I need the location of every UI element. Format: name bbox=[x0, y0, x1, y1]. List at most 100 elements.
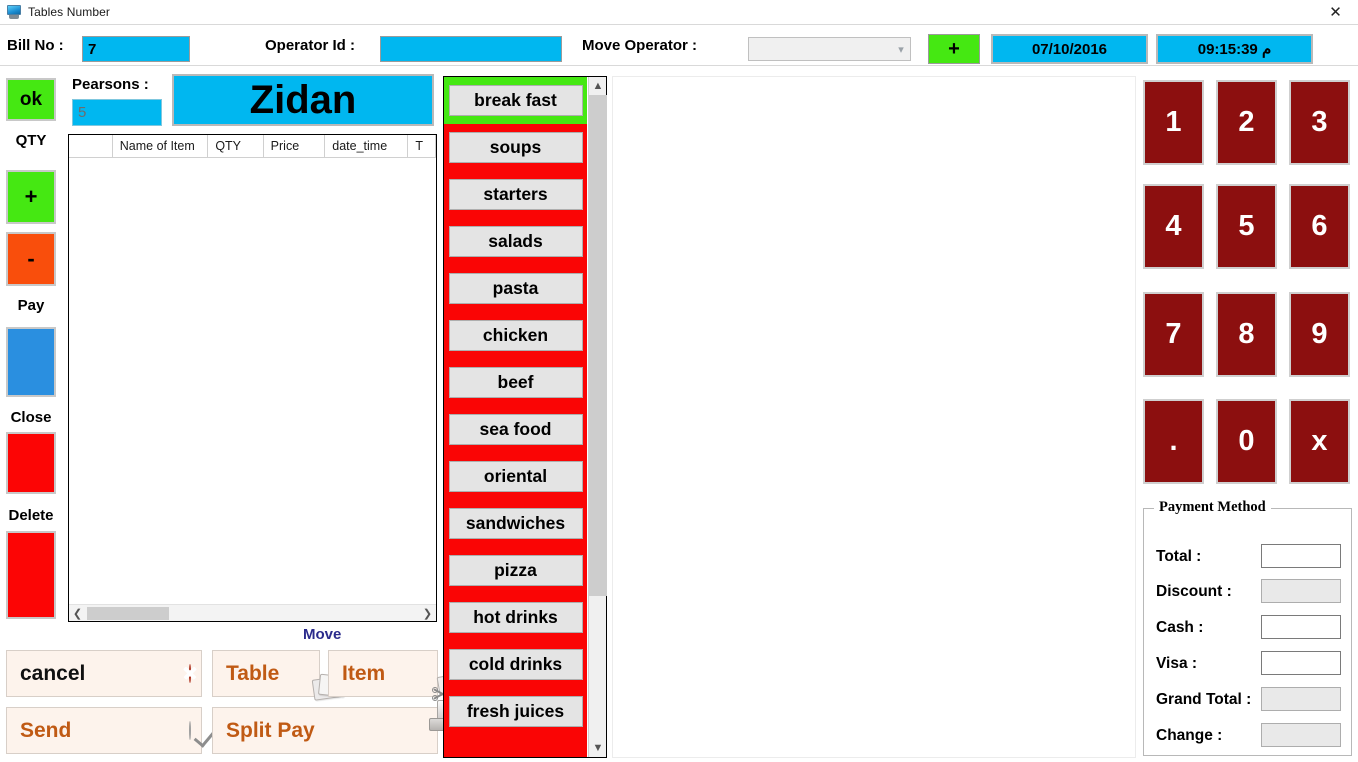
monitor-icon bbox=[6, 4, 22, 20]
grid-scroll-thumb[interactable] bbox=[87, 606, 169, 620]
key-decimal[interactable]: . bbox=[1143, 399, 1204, 484]
key-7[interactable]: 7 bbox=[1143, 292, 1204, 377]
gray-check-circle-icon bbox=[189, 720, 191, 740]
operator-id-label: Operator Id : bbox=[265, 37, 356, 54]
move-table-button[interactable]: Table bbox=[212, 650, 347, 701]
cancel-button[interactable]: cancel bbox=[6, 650, 202, 697]
items-panel[interactable] bbox=[612, 76, 1136, 758]
close-icon[interactable]: ✕ bbox=[1313, 0, 1358, 24]
key-5[interactable]: 5 bbox=[1216, 184, 1277, 269]
grid-col-date-time[interactable]: date_time bbox=[325, 135, 409, 157]
split-pay-label: Split Pay bbox=[226, 718, 315, 742]
pay-button[interactable] bbox=[6, 327, 56, 397]
pay-label: Pay bbox=[17, 297, 45, 314]
category-list: break fast soups starters salads pasta c… bbox=[443, 76, 607, 758]
grid-col-total[interactable]: T bbox=[408, 135, 436, 157]
key-6[interactable]: 6 bbox=[1289, 184, 1350, 269]
category-item-sandwiches[interactable]: sandwiches bbox=[444, 500, 587, 547]
scroll-left-icon[interactable]: ❮ bbox=[69, 605, 86, 622]
key-4[interactable]: 4 bbox=[1143, 184, 1204, 269]
key-0[interactable]: 0 bbox=[1216, 399, 1277, 484]
payment-method-legend: Payment Method bbox=[1154, 499, 1271, 516]
scroll-right-icon[interactable]: ❯ bbox=[419, 605, 436, 622]
close-label: Close bbox=[10, 409, 52, 426]
add-operator-button[interactable]: + bbox=[928, 34, 980, 64]
category-item-cold-drinks[interactable]: cold drinks bbox=[444, 641, 587, 688]
persons-input[interactable]: 5 bbox=[72, 99, 162, 126]
close-order-button[interactable] bbox=[6, 432, 56, 494]
grid-col-select[interactable] bbox=[69, 135, 113, 157]
discount-label: Discount : bbox=[1156, 582, 1232, 600]
cash-input[interactable] bbox=[1261, 615, 1341, 639]
category-item-partial[interactable] bbox=[444, 735, 587, 757]
category-item-fresh-juices[interactable]: fresh juices bbox=[444, 688, 587, 735]
send-button[interactable]: Send bbox=[6, 707, 202, 754]
category-item-pizza[interactable]: pizza bbox=[444, 547, 587, 594]
key-9[interactable]: 9 bbox=[1289, 292, 1350, 377]
send-button-label: Send bbox=[20, 718, 72, 742]
delete-label: Delete bbox=[8, 507, 54, 524]
date-display: 07/10/2016 bbox=[991, 34, 1148, 64]
category-item-salads[interactable]: salads bbox=[444, 218, 587, 265]
move-item-label: Item bbox=[342, 661, 386, 685]
category-list-scrollbar[interactable]: ▲ ▼ bbox=[588, 77, 607, 757]
category-list-viewport: break fast soups starters salads pasta c… bbox=[444, 77, 587, 757]
move-operator-select[interactable]: ▾ bbox=[748, 37, 911, 61]
grid-header-row: Name of Item QTY Price date_time T bbox=[69, 135, 436, 158]
move-label: Move bbox=[303, 626, 342, 643]
qty-decrease-button[interactable]: - bbox=[6, 232, 56, 286]
grand-total-label: Grand Total : bbox=[1156, 690, 1252, 708]
key-clear[interactable]: x bbox=[1289, 399, 1350, 484]
total-input[interactable] bbox=[1261, 544, 1341, 568]
category-item-pasta[interactable]: pasta bbox=[444, 265, 587, 312]
move-operator-label: Move Operator : bbox=[582, 37, 698, 54]
grand-total-input[interactable] bbox=[1261, 687, 1341, 711]
top-toolbar: Bill No : 7 Operator Id : Move Operator … bbox=[0, 24, 1358, 66]
move-item-button[interactable]: Item bbox=[328, 650, 464, 701]
key-1[interactable]: 1 bbox=[1143, 80, 1204, 165]
grid-body[interactable] bbox=[69, 158, 436, 598]
payment-row-visa: Visa : bbox=[1144, 649, 1351, 678]
chevron-down-icon[interactable]: ▼ bbox=[589, 739, 607, 757]
payment-method-panel: Payment Method Total : Discount : Cash :… bbox=[1143, 499, 1352, 756]
grid-col-qty[interactable]: QTY bbox=[208, 135, 264, 157]
payment-row-cash: Cash : bbox=[1144, 613, 1351, 642]
category-item-soups[interactable]: soups bbox=[444, 124, 587, 171]
discount-input[interactable] bbox=[1261, 579, 1341, 603]
bill-no-input[interactable]: 7 bbox=[82, 36, 190, 62]
payment-row-total: Total : bbox=[1144, 542, 1351, 571]
time-display: 09:15:39 م bbox=[1156, 34, 1313, 64]
payment-row-change: Change : bbox=[1144, 721, 1351, 750]
numeric-keypad: 1 2 3 4 5 6 7 8 9 . 0 x bbox=[1143, 80, 1350, 492]
key-8[interactable]: 8 bbox=[1216, 292, 1277, 377]
key-3[interactable]: 3 bbox=[1289, 80, 1350, 165]
category-item-hot-drinks[interactable]: hot drinks bbox=[444, 594, 587, 641]
split-pay-button[interactable]: Split Pay bbox=[212, 699, 473, 754]
change-input[interactable] bbox=[1261, 723, 1341, 747]
total-label: Total : bbox=[1156, 547, 1202, 565]
payment-row-grand-total: Grand Total : bbox=[1144, 685, 1351, 714]
payment-row-discount: Discount : bbox=[1144, 577, 1351, 606]
qty-label: QTY bbox=[15, 132, 47, 149]
delete-button[interactable] bbox=[6, 531, 56, 619]
category-item-starters[interactable]: starters bbox=[444, 171, 587, 218]
qty-increase-button[interactable]: + bbox=[6, 170, 56, 224]
category-item-chicken[interactable]: chicken bbox=[444, 312, 587, 359]
category-item-sea-food[interactable]: sea food bbox=[444, 406, 587, 453]
chevron-down-icon: ▾ bbox=[898, 43, 904, 56]
category-item-beef[interactable]: beef bbox=[444, 359, 587, 406]
key-2[interactable]: 2 bbox=[1216, 80, 1277, 165]
grid-col-name[interactable]: Name of Item bbox=[113, 135, 209, 157]
app-window: Tables Number ✕ Bill No : 7 Operator Id … bbox=[0, 0, 1358, 762]
grid-horizontal-scrollbar[interactable]: ❮ ❯ bbox=[69, 604, 436, 621]
operator-id-input[interactable] bbox=[380, 36, 562, 62]
chevron-up-icon[interactable]: ▲ bbox=[589, 77, 607, 95]
order-items-grid: Name of Item QTY Price date_time T ❮ ❯ bbox=[68, 134, 437, 622]
category-scroll-thumb[interactable] bbox=[589, 95, 607, 596]
ok-button[interactable]: ok bbox=[6, 78, 56, 121]
red-x-circle-icon bbox=[189, 663, 191, 683]
visa-input[interactable] bbox=[1261, 651, 1341, 675]
category-item-oriental[interactable]: oriental bbox=[444, 453, 587, 500]
category-item-break-fast[interactable]: break fast bbox=[444, 77, 587, 124]
grid-col-price[interactable]: Price bbox=[264, 135, 326, 157]
